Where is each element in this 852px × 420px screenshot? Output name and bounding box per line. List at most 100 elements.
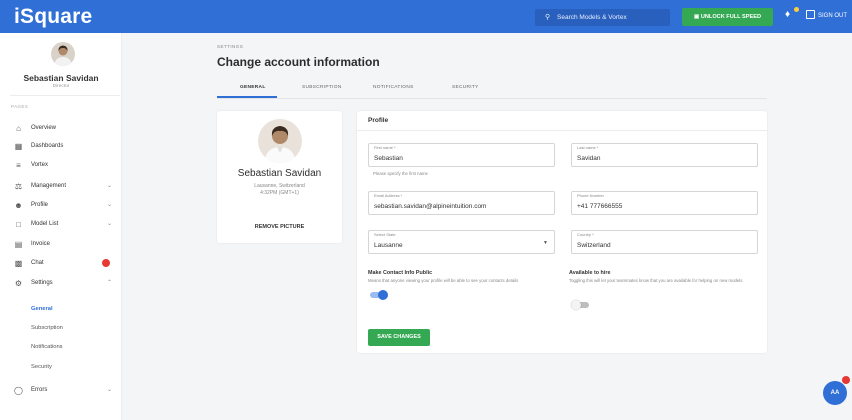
profile-picture[interactable] [258, 119, 302, 163]
search-icon: ⚲ [545, 14, 551, 21]
user-icon: ☻ [14, 201, 23, 210]
profile-picture-image [264, 126, 296, 163]
sidebar-section-label: PAGES [11, 104, 29, 109]
country-label: Country * [577, 232, 594, 237]
app-logo[interactable]: iSquare [14, 5, 92, 29]
gear-icon: ⚙ [14, 279, 23, 288]
save-changes-button[interactable]: SAVE CHANGES [368, 329, 430, 346]
last-name-field[interactable]: Last name * Savidan [571, 143, 758, 167]
state-select[interactable]: Select State Lausanne ▼ [368, 230, 555, 254]
last-name-value: Savidan [577, 155, 601, 162]
profile-form-card: Profile First name * Sebastian Please sp… [357, 111, 767, 353]
sidebar-item-label: Overview [31, 125, 57, 131]
sign-out-label: SIGN OUT [818, 13, 848, 19]
sidebar-item-vortex[interactable]: ≡ Vortex [14, 158, 112, 172]
first-name-value: Sebastian [374, 155, 403, 162]
email-label: Email Address * [374, 193, 403, 198]
sidebar-sub-security[interactable]: Security [31, 364, 52, 370]
tab-general[interactable]: GENERAL [240, 85, 266, 90]
management-icon: ⚖ [14, 182, 23, 191]
sidebar-item-profile[interactable]: ☻ Profile ⌄ [14, 198, 112, 212]
sidebar: Sebastian Savidan Director PAGES ⌂ Overv… [0, 33, 122, 420]
first-name-field[interactable]: First name * Sebastian [368, 143, 555, 167]
bell-icon[interactable]: ♦ [785, 9, 790, 20]
dashboard-icon: ▦ [14, 142, 23, 151]
sidebar-sub-notifications[interactable]: Notifications [31, 344, 63, 350]
tabs-divider [217, 98, 767, 99]
sidebar-user-name: Sebastian Savidan [23, 73, 99, 83]
sidebar-item-label: Management [31, 183, 67, 189]
chevron-up-icon: ⌃ [106, 280, 112, 286]
sidebar-item-management[interactable]: ⚖ Management ⌄ [14, 179, 112, 193]
profile-summary-card: Sebastian Savidan Lausanne, Switzerland … [217, 111, 342, 243]
profile-location: Lausanne, Switzerland [254, 183, 305, 189]
country-value: Switzerland [577, 242, 611, 249]
email-field[interactable]: Email Address * sebastian.savidan@alpine… [368, 191, 555, 215]
remove-picture-button[interactable]: REMOVE PICTURE [217, 224, 342, 230]
first-name-hint: Please specify the first name [373, 171, 428, 176]
sidebar-user-role: Director [52, 84, 70, 89]
sign-out-button[interactable]: SIGN OUT [806, 10, 847, 19]
contact-public-description: Means that anyone viewing your profile w… [368, 278, 519, 283]
sidebar-item-model-list[interactable]: □ Model List ⌄ [14, 217, 112, 231]
sidebar-sub-subscription[interactable]: Subscription [31, 325, 63, 331]
country-field[interactable]: Country * Switzerland [571, 230, 758, 254]
invoice-icon: ▤ [14, 240, 23, 249]
chat-icon: ▩ [14, 259, 23, 268]
sidebar-item-label: Model List [31, 221, 59, 227]
chevron-down-icon: ⌄ [106, 202, 112, 208]
available-title: Available to hire [569, 270, 611, 276]
available-description: Toggling this will let your teammates kn… [569, 278, 743, 283]
tab-notifications[interactable]: NOTIFICATIONS [373, 85, 414, 90]
phone-label: Phone Number [577, 193, 604, 198]
sidebar-item-dashboards[interactable]: ▦ Dashboards [14, 139, 112, 153]
divider [10, 95, 120, 96]
chevron-down-icon: ⌄ [106, 221, 112, 227]
sidebar-item-label: Vortex [31, 162, 49, 168]
avatar[interactable] [51, 42, 75, 66]
contact-public-toggle[interactable] [370, 290, 388, 300]
sidebar-sub-general[interactable]: General [31, 306, 53, 312]
contact-public-title: Make Contact Info Public [368, 270, 433, 276]
sidebar-item-label: Profile [31, 202, 49, 208]
error-icon: ◯ [14, 386, 23, 395]
sidebar-item-label: Settings [31, 280, 53, 286]
tab-subscription[interactable]: SUBSCRIPTION [302, 85, 342, 90]
page-title: Change account information [217, 55, 380, 69]
breadcrumb: SETTINGS [217, 44, 244, 49]
email-value: sebastian.savidan@alpineintuition.com [374, 203, 487, 210]
state-value: Lausanne [374, 242, 403, 249]
first-name-label: First name * [374, 145, 396, 150]
profile-form-title: Profile [368, 117, 389, 124]
sidebar-item-errors[interactable]: ◯ Errors ⌄ [14, 383, 112, 397]
dropdown-arrow-icon: ▼ [543, 240, 548, 246]
sidebar-item-invoice[interactable]: ▤ Invoice [14, 237, 112, 251]
available-toggle[interactable] [571, 300, 589, 310]
search-placeholder: Search Models & Vortex [557, 14, 627, 21]
chevron-down-icon: ⌄ [106, 387, 112, 393]
unlock-label: UNLOCK FULL SPEED [700, 14, 762, 20]
search-input[interactable]: ⚲ Search Models & Vortex [535, 9, 670, 26]
toggle-knob [378, 290, 388, 300]
sidebar-item-label: Chat [31, 260, 44, 266]
top-bar: iSquare ⚲ Search Models & Vortex ▣ UNLOCK… [0, 0, 852, 33]
last-name-label: Last name * [577, 145, 599, 150]
profile-timezone: 4:32PM (GMT+1) [260, 190, 299, 196]
sidebar-item-label: Errors [31, 387, 48, 393]
toggle-knob [571, 300, 581, 310]
state-label: Select State [374, 232, 396, 237]
accessibility-fab[interactable]: AA [823, 381, 847, 405]
sidebar-item-settings[interactable]: ⚙ Settings ⌃ [14, 276, 112, 290]
avatar-image [54, 45, 72, 66]
sidebar-item-label: Invoice [31, 241, 51, 247]
unlock-full-speed-button[interactable]: ▣ UNLOCK FULL SPEED [682, 8, 773, 26]
signout-icon [806, 10, 815, 19]
sidebar-item-overview[interactable]: ⌂ Overview [14, 121, 112, 135]
tab-security[interactable]: SECURITY [452, 85, 479, 90]
phone-field[interactable]: Phone Number +41 777666555 [571, 191, 758, 215]
sidebar-item-chat[interactable]: ▩ Chat [14, 256, 112, 270]
folder-icon: □ [16, 220, 21, 229]
chat-badge [102, 259, 110, 267]
fab-badge [842, 376, 850, 384]
phone-value: +41 777666555 [577, 203, 623, 210]
